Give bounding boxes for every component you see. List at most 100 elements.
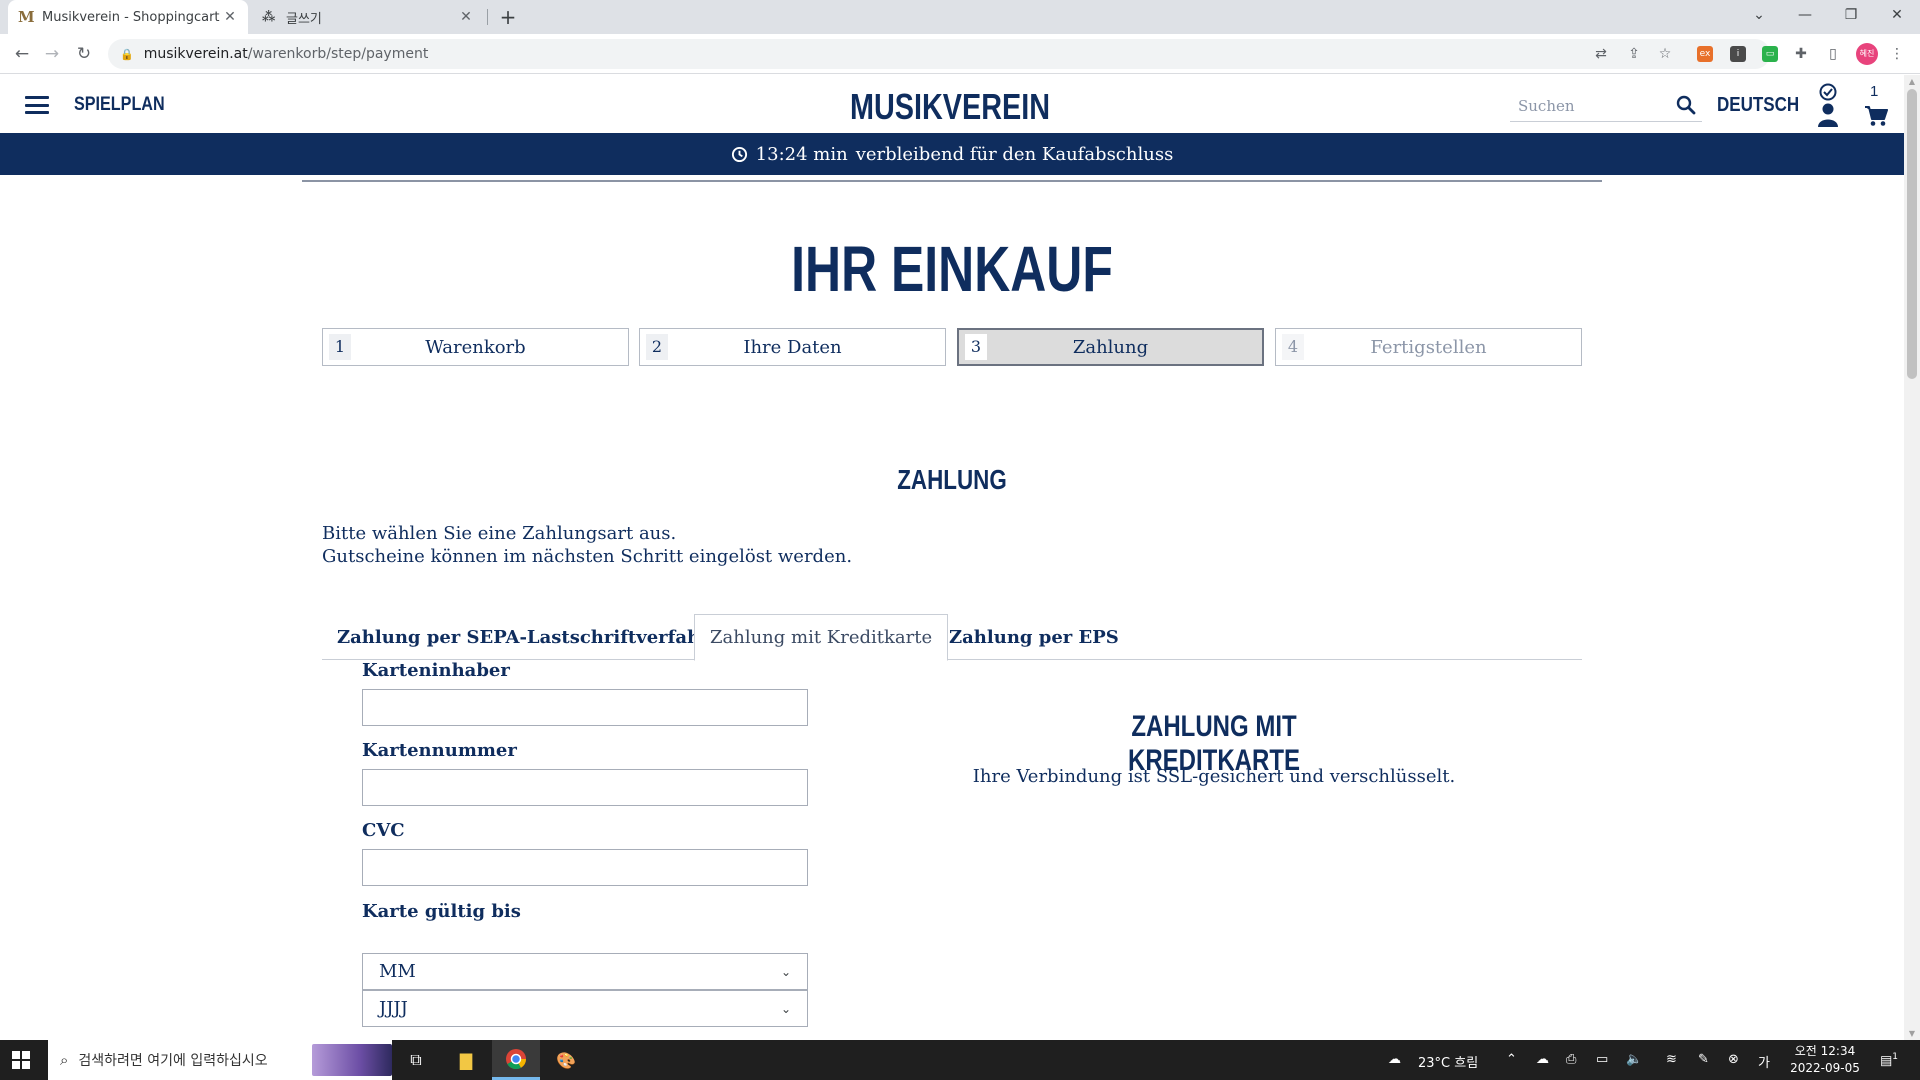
window-close-button[interactable]: ✕ — [1874, 0, 1920, 30]
scroll-up-icon[interactable]: ▲ — [1908, 77, 1916, 86]
minimize-button[interactable]: — — [1782, 0, 1828, 30]
search-icon[interactable] — [1676, 95, 1696, 115]
tray-close-circle-icon[interactable]: ⊗ — [1728, 1052, 1739, 1067]
scroll-down-icon[interactable]: ▼ — [1908, 1029, 1916, 1038]
scroll-thumb[interactable] — [1907, 89, 1917, 379]
clock-time: 오전 12:34 — [1794, 1044, 1856, 1058]
search-highlight-image — [312, 1044, 392, 1076]
step-number: 2 — [646, 334, 668, 360]
file-explorer-icon[interactable]: ▇ — [442, 1040, 490, 1080]
user-check-icon — [1818, 83, 1838, 127]
cart-count: 1 — [1870, 83, 1879, 100]
browser-toolbar: ← → ↻ 🔒 musikverein.at/warenkorb/step/pa… — [0, 34, 1920, 74]
musikverein-favicon-icon: M — [18, 8, 35, 26]
close-icon[interactable]: ✕ — [458, 9, 474, 25]
translate-icon[interactable]: ⇄ — [1592, 45, 1610, 63]
section-title: ZAHLUNG — [897, 464, 1007, 495]
bookmark-star-icon[interactable]: ☆ — [1656, 45, 1674, 63]
expiry-year-select[interactable]: JJJJ ⌄ — [362, 990, 808, 1027]
extension-info-icon[interactable]: i — [1730, 46, 1746, 62]
reload-icon[interactable]: ↻ — [72, 42, 96, 66]
browser-tab-musikverein[interactable]: M Musikverein - Shoppingcart ✕ — [8, 0, 248, 34]
windows-start-icon[interactable] — [12, 1051, 30, 1069]
notification-icon[interactable]: ▤1 — [1880, 1052, 1898, 1068]
restore-button[interactable]: ❐ — [1828, 0, 1874, 30]
page-scrollbar[interactable]: ▲ ▼ — [1904, 75, 1920, 1040]
chrome-icon[interactable] — [492, 1040, 540, 1080]
weather-text[interactable]: 23°C 흐림 — [1418, 1052, 1478, 1071]
checkout-steps: 1 Warenkorb 2 Ihre Daten 3 Zahlung 4 Fer… — [322, 328, 1582, 366]
checkout-timer-bar: 13:24 min verbleibend für den Kaufabschl… — [0, 133, 1904, 175]
profile-avatar[interactable]: 혜진 — [1856, 43, 1878, 65]
step-ihre-daten[interactable]: 2 Ihre Daten — [639, 328, 946, 366]
shopping-cart-icon — [1865, 106, 1888, 126]
back-arrow-icon[interactable]: ← — [10, 42, 34, 66]
extension-orange-icon[interactable]: ex — [1697, 46, 1713, 62]
header-divider — [302, 180, 1602, 182]
extension-green-icon[interactable]: ▭ — [1762, 46, 1778, 62]
step-number: 4 — [1282, 334, 1304, 360]
tab-eps[interactable]: Zahlung per EPS — [934, 614, 1134, 661]
step-number: 3 — [965, 334, 987, 360]
forward-arrow-icon[interactable]: → — [40, 42, 64, 66]
language-selector[interactable]: DEUTSCH — [1717, 94, 1799, 117]
pen-icon[interactable]: ✎ — [1698, 1052, 1709, 1067]
url-host: musikverein.at — [143, 46, 248, 62]
step-zahlung[interactable]: 3 Zahlung — [957, 328, 1264, 366]
address-bar[interactable]: 🔒 musikverein.at/warenkorb/step/payment — [108, 39, 1770, 69]
onedrive-icon[interactable]: ☁ — [1536, 1052, 1549, 1067]
cart-button[interactable]: 1 — [1864, 83, 1888, 129]
step-number: 1 — [329, 334, 351, 360]
chevron-down-icon: ⌄ — [780, 964, 791, 979]
close-icon[interactable]: ✕ — [222, 9, 238, 25]
more-menu-icon[interactable]: ⋮ — [1888, 45, 1906, 63]
paint-app-icon[interactable]: 🎨 — [542, 1040, 590, 1080]
tray-device-icon[interactable]: ⎙ — [1566, 1052, 1576, 1067]
browser-tab-writing[interactable]: ⁂ 글쓰기 ✕ — [252, 0, 484, 34]
page-title: IHR EINKAUF — [791, 233, 1113, 305]
cvc-input[interactable] — [362, 849, 808, 886]
extensions-puzzle-icon[interactable]: ✚ — [1792, 45, 1810, 63]
clock-date: 2022-09-05 — [1790, 1061, 1860, 1075]
search-icon: ⌕ — [60, 1051, 69, 1069]
weather-cloud-icon[interactable]: ☁ — [1388, 1052, 1401, 1067]
wifi-icon[interactable]: ≋ — [1666, 1052, 1677, 1067]
hamburger-menu-icon[interactable] — [25, 96, 49, 114]
taskbar-search[interactable]: ⌕ 검색하려면 여기에 입력하십시오 — [48, 1040, 392, 1080]
account-button[interactable] — [1816, 83, 1840, 129]
ime-icon[interactable]: 가 — [1758, 1052, 1770, 1071]
month-value: MM — [379, 961, 416, 982]
intro-line: Bitte wählen Sie eine Zahlungsart aus. — [322, 523, 677, 544]
tab-search-chevron-icon[interactable]: ⌄ — [1736, 0, 1782, 30]
new-tab-button[interactable]: + — [496, 5, 520, 29]
taskbar-search-placeholder: 검색하려면 여기에 입력하십시오 — [78, 1053, 268, 1069]
cvc-label: CVC — [362, 820, 405, 841]
lock-icon: 🔒 — [120, 47, 134, 61]
tab-title: Musikverein - Shoppingcart — [42, 9, 220, 25]
cardholder-label: Karteninhaber — [362, 660, 510, 681]
cardholder-input[interactable] — [362, 689, 808, 726]
tab-title: 글쓰기 — [286, 11, 322, 27]
task-view-icon[interactable]: ⧉ — [392, 1040, 440, 1080]
chevron-down-icon: ⌄ — [780, 1001, 791, 1016]
ssl-notice: Ihre Verbindung ist SSL-gesichert und ve… — [972, 766, 1456, 787]
tab-kreditkarte[interactable]: Zahlung mit Kreditkarte — [694, 614, 949, 661]
expiry-month-select[interactable]: MM ⌄ — [362, 953, 808, 990]
step-label: Zahlung — [1072, 336, 1149, 358]
tray-chevron-up-icon[interactable]: ⌃ — [1506, 1052, 1517, 1067]
search-input[interactable] — [1518, 94, 1668, 118]
tab-separator — [487, 9, 488, 25]
step-label: Warenkorb — [425, 336, 526, 358]
battery-icon[interactable]: ▭ — [1596, 1052, 1608, 1067]
timer-text: verbleibend für den Kaufabschluss — [855, 143, 1174, 165]
site-logo[interactable]: MUSIKVEREIN — [798, 86, 1102, 128]
cardnumber-input[interactable] — [362, 769, 808, 806]
taskbar-clock[interactable]: 오전 12:34 2022-09-05 — [1790, 1043, 1860, 1077]
share-icon[interactable]: ⇪ — [1625, 45, 1643, 63]
step-fertigstellen: 4 Fertigstellen — [1275, 328, 1582, 366]
step-warenkorb[interactable]: 1 Warenkorb — [322, 328, 629, 366]
side-panel-icon[interactable]: ▯ — [1824, 45, 1842, 63]
volume-icon[interactable]: 🔈 — [1626, 1052, 1642, 1067]
spielplan-link[interactable]: SPIELPLAN — [74, 94, 165, 116]
clock-icon — [731, 146, 747, 162]
